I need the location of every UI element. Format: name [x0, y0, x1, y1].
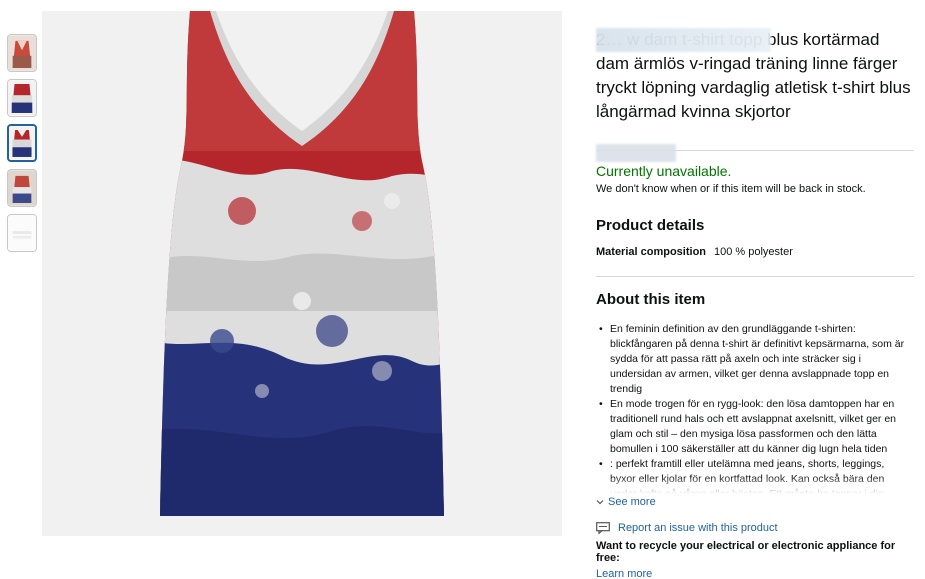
- learn-more-link[interactable]: Learn more: [596, 568, 916, 579]
- availability-note: We don't know when or if this item will …: [596, 183, 866, 195]
- thumbnail-1[interactable]: [7, 34, 37, 72]
- thumbnail-4[interactable]: [7, 169, 37, 207]
- thumbnail-strip: [7, 34, 39, 259]
- detail-key: Material composition: [596, 246, 707, 258]
- recycle-text: Want to recycle your electrical or elect…: [596, 540, 896, 564]
- redacted-overlay-store: [596, 144, 676, 162]
- about-bullets: En feminin definition av den grundläggan…: [596, 322, 916, 494]
- thumbnail-5-image: [8, 215, 36, 251]
- detail-value: 100 % polyester: [714, 246, 793, 258]
- fade-overlay: [596, 476, 916, 494]
- report-issue-link[interactable]: Report an issue with this product: [596, 522, 916, 534]
- product-title: 2… w dam t-shirt topp blus kortärmad dam…: [596, 28, 916, 162]
- availability-status: Currently unavailable.: [596, 163, 732, 179]
- about-heading: About this item: [596, 291, 706, 308]
- report-icon: [596, 522, 610, 534]
- list-item: En mode trogen för en rygg-look: den lös…: [596, 397, 912, 457]
- thumbnail-1-image: [8, 35, 36, 71]
- detail-row-material: Material composition 100 % polyester: [596, 246, 916, 258]
- thumbnail-3[interactable]: [7, 124, 37, 162]
- thumbnail-2-image: [8, 80, 36, 116]
- see-more-link[interactable]: See more: [596, 496, 916, 508]
- thumbnail-3-image: [9, 126, 35, 160]
- list-item: En feminin definition av den grundläggan…: [596, 322, 912, 397]
- tank-top-image: [160, 11, 444, 516]
- product-details-heading: Product details: [596, 217, 705, 234]
- chevron-down-icon: [596, 500, 604, 505]
- thumbnail-5[interactable]: [7, 214, 37, 252]
- redacted-overlay: [596, 28, 771, 52]
- product-info-panel: 2… w dam t-shirt topp blus kortärmad dam…: [596, 28, 916, 579]
- thumbnail-4-image: [8, 170, 36, 206]
- see-more-label: See more: [608, 496, 656, 508]
- divider: [596, 276, 914, 277]
- main-product-image[interactable]: [42, 11, 562, 536]
- thumbnail-2[interactable]: [7, 79, 37, 117]
- report-issue-label: Report an issue with this product: [618, 522, 778, 534]
